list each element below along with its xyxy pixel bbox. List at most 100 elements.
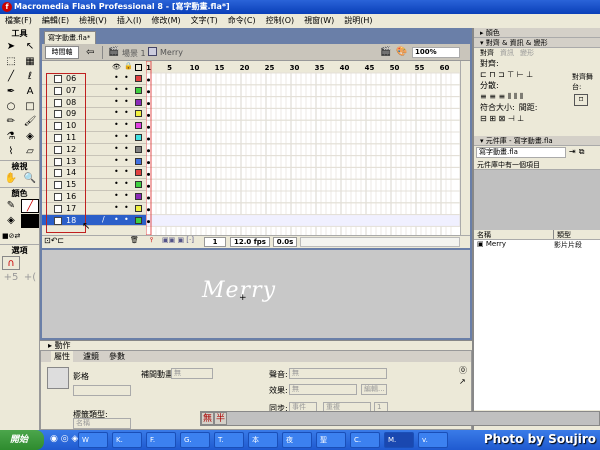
visibility-dot[interactable]: • [114,156,119,165]
library-panel-header[interactable]: ▾ 元件庫 - 寫字動畫.fla [474,136,600,146]
outline-color-swatch[interactable] [135,157,142,165]
frame-row[interactable] [146,119,460,133]
edit-scene-icon[interactable]: 🎬 [380,47,391,57]
keyframe[interactable] [147,113,150,117]
library-item[interactable]: ▣ Merry 影片片段 [474,240,600,251]
lock-dot[interactable]: • [124,108,129,117]
rectangle-tool-icon[interactable]: □ [21,100,39,114]
zoom-select[interactable]: 100% [412,47,460,58]
keyframe[interactable] [147,196,150,200]
frame-row[interactable] [146,155,460,168]
outline-color-swatch[interactable] [135,193,142,200]
taskbar-button[interactable]: T. [214,432,244,448]
sound-select[interactable]: 無 [289,368,387,379]
lock-dot[interactable]: • [124,203,129,212]
tab-info[interactable]: 資訊 [500,48,514,58]
menu-item[interactable]: 檢視(V) [74,14,112,28]
visibility-dot[interactable]: • [114,97,119,106]
column-type[interactable]: 類型 [554,230,571,239]
frame-row[interactable] [146,202,460,216]
frame-row[interactable] [146,143,460,157]
lock-dot[interactable]: • [124,132,129,141]
outline-color-swatch[interactable] [135,134,142,141]
onion-skin-icons[interactable]: ▣▣ ▣ [·] [162,236,194,244]
fill-swatch[interactable] [21,214,39,228]
lock-icon[interactable]: 🔒 [124,62,133,70]
lock-dot[interactable]: • [124,144,129,153]
stroke-swatch[interactable]: ╱ [21,199,39,213]
outline-color-swatch[interactable] [135,169,142,177]
help-icon[interactable]: ⓪ [459,365,467,376]
outline-icon[interactable] [135,64,142,71]
keyframe[interactable] [147,208,150,212]
menu-item[interactable]: 文字(T) [186,14,223,28]
edit-symbol-icon[interactable]: 🎨 [396,47,407,57]
taskbar-button[interactable]: F. [146,432,176,448]
timeline-scrollbar[interactable] [460,61,470,235]
smooth-icon[interactable]: +5 [2,271,20,285]
outline-color-swatch[interactable] [135,145,142,153]
visibility-dot[interactable]: • [114,203,119,212]
taskbar-button[interactable]: 夜 [282,432,312,448]
label-type-select[interactable]: 名稱 [73,418,131,429]
visibility-dot[interactable]: • [114,179,119,188]
symbol-breadcrumb[interactable]: Merry [160,48,183,57]
eraser-icon[interactable]: ▱ [21,145,39,159]
menu-item[interactable]: 說明(H) [339,14,377,28]
menu-item[interactable]: 修改(M) [146,14,185,28]
visibility-dot[interactable]: • [114,132,119,141]
straighten-icon[interactable]: +( [21,271,39,285]
lock-dot[interactable]: • [124,120,129,129]
tab-filters[interactable]: 濾鏡 [83,351,99,362]
brush-tool-icon[interactable]: 🖌 [21,115,39,129]
lock-dot[interactable]: • [124,156,129,165]
frame-row[interactable] [146,190,460,204]
taskbar-button[interactable]: M. [384,432,414,448]
tab-align[interactable]: 對齊 [480,48,494,58]
menu-item[interactable]: 檔案(F) [0,14,37,28]
delete-layer-icon[interactable]: 🗑 [130,236,139,244]
frame-name-input[interactable] [73,385,131,396]
taskbar-button[interactable]: v. [418,432,448,448]
menu-item[interactable]: 命令(C) [223,14,261,28]
back-arrow-icon[interactable]: ⇦ [86,47,94,58]
visibility-dot[interactable]: • [114,120,119,129]
frame-grid[interactable]: 15101520253035404550556065 [146,61,460,235]
document-tab[interactable]: 寫字動畫.fla* [44,31,96,44]
tab-parameters[interactable]: 參數 [109,351,125,362]
outline-color-swatch[interactable] [135,181,142,189]
zoom-tool-icon[interactable]: 🔍 [21,172,39,186]
text-tool-icon[interactable]: A [21,85,39,99]
align-panel-header[interactable]: ▾ 對齊 & 資訊 & 變形 [474,38,600,48]
outline-color-swatch[interactable] [135,216,142,224]
keyframe[interactable] [147,90,150,94]
library-select[interactable]: 寫字動畫.fla [476,147,566,158]
start-button[interactable]: 開始 [0,430,44,450]
to-stage-button[interactable]: ⌑ [574,94,588,106]
selection-tool-icon[interactable]: ➤ [2,40,20,54]
edit-button[interactable]: 編輯... [361,384,387,395]
frame-row[interactable] [146,96,460,109]
effect-select[interactable]: 無 [289,384,357,395]
color-panel-header[interactable]: ▸ 顏色 [474,28,600,38]
taskbar-button[interactable]: C. [350,432,380,448]
outline-color-swatch[interactable] [135,122,142,130]
taskbar-button[interactable]: 本 [248,432,278,448]
frame-row[interactable] [146,131,460,145]
pen-tool-icon[interactable]: ✒ [2,85,20,99]
visibility-dot[interactable]: • [114,191,119,200]
center-frame-icon[interactable]: ⫯ [150,236,153,245]
frame-row[interactable] [146,72,460,86]
swap-colors-icon[interactable]: ■⊘⇄ [2,229,20,243]
actions-panel-bar[interactable]: ▸ 動作 [40,340,472,350]
keyframe[interactable] [147,220,150,224]
visibility-dot[interactable]: • [114,108,119,117]
lock-dot[interactable]: • [124,215,129,224]
line-tool-icon[interactable]: ╱ [2,70,20,84]
keyframe[interactable] [147,161,150,165]
pencil-tool-icon[interactable]: ✏ [2,115,20,129]
taskbar-button[interactable]: 聖 [316,432,346,448]
taskbar-button[interactable]: W [78,432,108,448]
visibility-dot[interactable]: • [114,215,119,224]
visibility-dot[interactable]: • [114,167,119,176]
